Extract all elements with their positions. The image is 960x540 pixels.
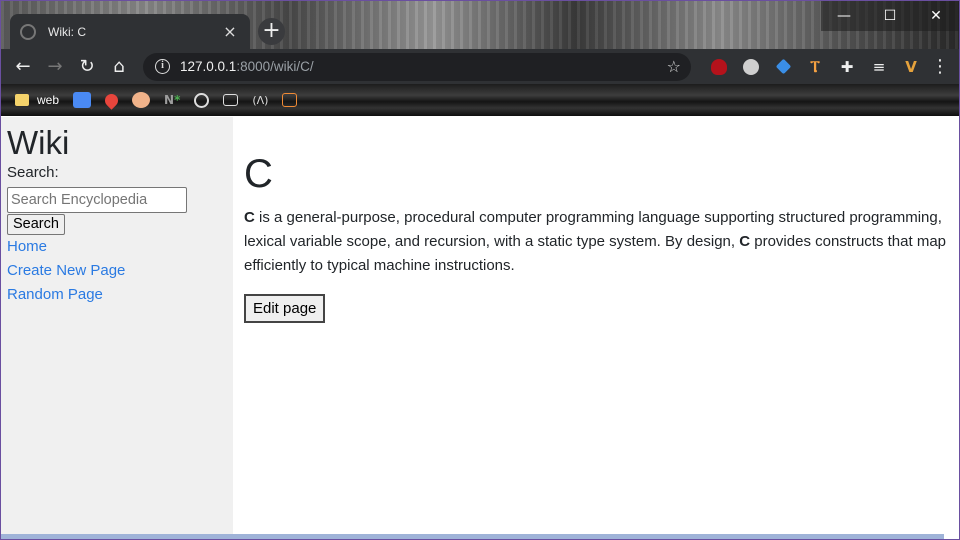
terminal-icon (223, 94, 239, 106)
bookmark-n[interactable]: N* (164, 93, 180, 107)
reload-button[interactable]: ↻ (71, 51, 103, 83)
page-content: Wiki Search: Search Home Create New Page… (1, 117, 959, 539)
translate-icon (73, 92, 92, 108)
site-info-icon[interactable]: i (155, 59, 170, 74)
angular-icon: (Λ) (252, 93, 269, 107)
create-new-page-link[interactable]: Create New Page (7, 259, 227, 283)
sidebar: Wiki Search: Search Home Create New Page… (1, 117, 233, 535)
new-tab-button[interactable]: + (258, 18, 285, 45)
bookmark-maps[interactable] (102, 90, 121, 110)
tab-title: Wiki: C (48, 24, 86, 39)
bookmark-star-icon[interactable]: ☆ (667, 57, 681, 76)
map-pin-icon (102, 90, 121, 110)
bookmark-label: web (37, 93, 60, 107)
close-window-button[interactable]: ✕ (913, 1, 959, 31)
ublock-extension-icon[interactable] (703, 53, 735, 81)
flag-extension-icon[interactable]: Ⲧ (799, 53, 831, 81)
home-button[interactable]: ⌂ (103, 51, 135, 83)
profile-avatar-icon[interactable]: V (895, 53, 927, 81)
gem-extension-icon[interactable] (767, 53, 799, 81)
article-term: C (244, 209, 255, 226)
bookmark-folder-web[interactable]: web (15, 93, 59, 107)
face-icon (132, 92, 151, 108)
pointer-icon (282, 93, 298, 107)
search-label: Search: (7, 164, 59, 181)
minimize-button[interactable]: — (821, 1, 867, 31)
forward-button[interactable]: → (39, 51, 71, 83)
menu-icon[interactable]: ⋮ (929, 56, 951, 77)
search-button[interactable]: Search (7, 214, 65, 235)
edit-page-button[interactable]: Edit page (244, 294, 326, 323)
puzzle-extensions-icon[interactable]: ✚ (831, 53, 863, 81)
back-button[interactable]: ← (7, 51, 39, 83)
browser-toolbar: ← → ↻ ⌂ i 127.0.0.1 :8000/wiki/C/ ☆ Ⲧ ✚ … (1, 49, 959, 84)
article-title: C (244, 152, 273, 196)
bottom-scroll-bar[interactable] (1, 534, 944, 539)
bookmark-pointer[interactable] (282, 93, 298, 107)
bookmark-mascot[interactable] (132, 92, 151, 108)
search-input[interactable] (7, 187, 187, 213)
home-link[interactable]: Home (7, 235, 227, 259)
bookmark-angular[interactable]: (Λ) (252, 94, 268, 107)
maximize-button[interactable]: ☐ (867, 1, 913, 31)
playlist-icon[interactable]: ≡ (863, 53, 895, 81)
browser-window: Wiki: C × + — ☐ ✕ ← → ↻ ⌂ i 127.0.0.1 :8… (0, 0, 960, 540)
window-controls: — ☐ ✕ (821, 1, 959, 31)
url-path: :8000/wiki/C/ (236, 59, 314, 74)
site-title: Wiki (7, 124, 70, 161)
bookmark-terminal[interactable] (223, 94, 239, 106)
browser-tab[interactable]: Wiki: C × (10, 14, 250, 49)
url-host: 127.0.0.1 (180, 59, 237, 74)
github-icon (194, 92, 210, 108)
tab-close-icon[interactable]: × (220, 23, 240, 40)
extensions-bar: Ⲧ ✚ ≡ V ⋮ (703, 53, 951, 81)
folder-icon (15, 94, 29, 106)
globe-icon (20, 23, 36, 40)
bookmark-github[interactable] (194, 92, 210, 108)
n-icon: N* (164, 93, 181, 107)
bookmarks-bar: web N* (Λ) (1, 84, 959, 116)
cat-extension-icon[interactable] (735, 53, 767, 81)
bookmark-translate[interactable] (73, 92, 92, 108)
main-content: C C is a general-purpose, procedural com… (244, 117, 954, 323)
random-page-link[interactable]: Random Page (7, 283, 227, 307)
article-term: C (739, 233, 751, 250)
article-body: C is a general-purpose, procedural compu… (244, 206, 949, 278)
address-bar[interactable]: i 127.0.0.1 :8000/wiki/C/ ☆ (143, 52, 691, 81)
